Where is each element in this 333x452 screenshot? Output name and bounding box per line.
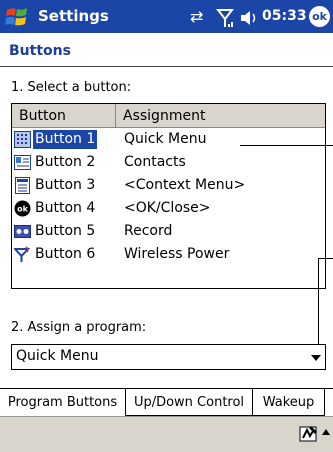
context-menu-icon xyxy=(15,177,30,194)
chevron-down-icon[interactable] xyxy=(311,355,321,361)
clock[interactable]: 05:33 xyxy=(262,8,307,24)
title-divider xyxy=(0,66,333,67)
button-assignment: <Context Menu> xyxy=(124,177,246,193)
list-item[interactable]: ok Button 4 <OK/Close> xyxy=(12,197,325,220)
list-item[interactable]: Button 3 <Context Menu> xyxy=(12,174,325,197)
button-name: Button 5 xyxy=(35,223,96,239)
button-name: Button 6 xyxy=(35,246,96,262)
callout-line xyxy=(240,145,333,146)
tab-bar: Program Buttons Up/Down Control Wakeup xyxy=(0,388,333,417)
program-dropdown[interactable]: Quick Menu xyxy=(11,344,326,370)
volume-icon[interactable] xyxy=(238,7,260,29)
tab-wakeup[interactable]: Wakeup xyxy=(253,389,325,416)
button-assignment: <OK/Close> xyxy=(124,200,211,216)
tab-up-down-control[interactable]: Up/Down Control xyxy=(126,389,253,416)
ok-close-icon: ok xyxy=(14,200,31,217)
callout-line xyxy=(318,258,319,350)
column-header-button[interactable]: Button xyxy=(12,104,116,128)
svg-text:ok: ok xyxy=(17,205,28,214)
menu-bar xyxy=(0,416,333,452)
button-name: Button 4 xyxy=(35,200,96,216)
button-list[interactable]: Button Assignment Button 1 Quick Menu Bu… xyxy=(11,103,326,289)
quick-menu-icon xyxy=(14,131,31,148)
callout-line xyxy=(318,258,333,259)
assign-program-label: 2. Assign a program: xyxy=(11,320,147,335)
button-assignment: Record xyxy=(124,223,173,239)
contacts-icon xyxy=(14,155,31,170)
button-name: Button 1 xyxy=(33,130,98,149)
chevron-up-icon[interactable] xyxy=(322,429,330,435)
title-bar: Settings ⇄ 05:33 ok xyxy=(0,0,333,33)
column-header-assignment[interactable]: Assignment xyxy=(116,104,236,128)
button-assignment: Contacts xyxy=(124,154,186,170)
start-menu-icon[interactable] xyxy=(4,4,30,30)
connectivity-icon[interactable]: ⇄ xyxy=(190,7,203,29)
dropdown-value: Quick Menu xyxy=(16,348,99,364)
select-button-label: 1. Select a button: xyxy=(11,80,132,95)
list-item[interactable]: Button 1 Quick Menu xyxy=(12,128,325,151)
app-title: Settings xyxy=(38,7,109,25)
button-name: Button 3 xyxy=(35,177,96,193)
button-name: Button 2 xyxy=(35,154,96,170)
list-header: Button Assignment xyxy=(12,104,325,128)
list-item[interactable]: Button 5 Record xyxy=(12,220,325,243)
wireless-power-icon xyxy=(14,246,31,262)
button-assignment: Wireless Power xyxy=(124,246,230,262)
signal-icon[interactable] xyxy=(216,7,234,29)
tab-program-buttons[interactable]: Program Buttons xyxy=(0,389,126,416)
page-title: Buttons xyxy=(9,43,71,59)
ok-button[interactable]: ok xyxy=(309,6,330,27)
button-assignment: Quick Menu xyxy=(124,131,207,147)
record-icon xyxy=(14,225,31,238)
list-item[interactable]: Button 2 Contacts xyxy=(12,151,325,174)
list-item[interactable]: Button 6 Wireless Power xyxy=(12,243,325,266)
input-panel-icon[interactable] xyxy=(299,425,319,443)
